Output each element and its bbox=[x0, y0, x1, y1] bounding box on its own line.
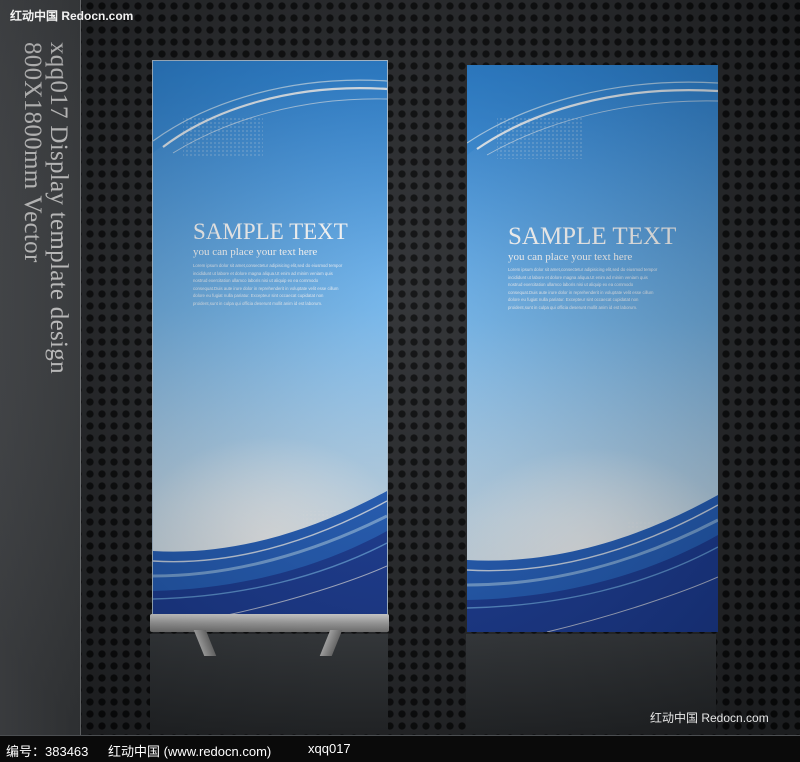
rollup-banner-left: SAMPLE TEXT you can place your text here… bbox=[152, 60, 388, 617]
banner-body-text: Lorem ipsum dolor sit amet,consectetur a… bbox=[508, 267, 658, 310]
banner-title: SAMPLE TEXT bbox=[508, 223, 677, 250]
floor-shadow-left bbox=[150, 634, 388, 730]
side-caption-panel: xqq017 Display template design 800X1800m… bbox=[0, 0, 81, 735]
site-credit: 红动中国 (www.redocn.com) bbox=[108, 744, 272, 759]
banner-artwork bbox=[467, 65, 718, 632]
watermark-bottom-right: 红动中国 Redocn.com bbox=[650, 711, 769, 725]
banner-subtitle: you can place your text here bbox=[193, 246, 318, 258]
perforated-metal-background: xqq017 Display template design 800X1800m… bbox=[0, 0, 800, 735]
side-caption-line1: xqq017 Display template design bbox=[45, 42, 72, 374]
info-footer-bar: 编号：383463 红动中国 (www.redocn.com) xqq017 bbox=[0, 735, 800, 762]
side-caption-line2: 800X1800mm Vector bbox=[19, 42, 46, 263]
banner-artwork bbox=[153, 61, 387, 616]
banner-subtitle: you can place your text here bbox=[508, 251, 633, 263]
banner-body-text: Lorem ipsum dolor sit amet,consectetur a… bbox=[193, 263, 343, 306]
rollup-stand-base bbox=[150, 614, 389, 632]
watermark-top-left: 红动中国 Redocn.com bbox=[10, 9, 134, 23]
image-code: 编号：383463 bbox=[6, 744, 89, 759]
banner-title: SAMPLE TEXT bbox=[193, 219, 348, 244]
author-id: xqq017 bbox=[308, 741, 351, 756]
display-banner-right: SAMPLE TEXT you can place your text here… bbox=[467, 65, 718, 632]
